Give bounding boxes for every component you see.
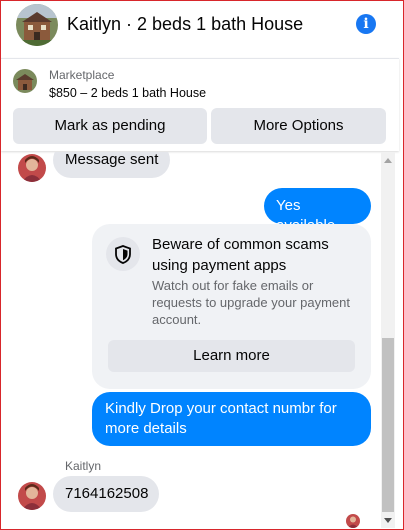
scroll-up-arrow-icon[interactable]: [384, 158, 392, 163]
message-text[interactable]: 7164162508: [65, 485, 148, 502]
marketplace-card: Marketplace $850 – 2 beds 1 bath House M…: [1, 58, 399, 151]
chat-header: Kaitlyn · 2 beds 1 bath House i: [1, 1, 403, 53]
listing-thumbnail[interactable]: [13, 69, 37, 93]
message-bubble-incoming: Message sent: [53, 152, 171, 178]
scroll-down-arrow-icon[interactable]: [384, 518, 392, 523]
message-bubble-outgoing: Kindly Drop your contact numbr for more …: [92, 392, 371, 446]
scrollbar-thumb[interactable]: [382, 338, 394, 512]
chat-title: Kaitlyn · 2 beds 1 bath House: [67, 14, 304, 34]
sender-avatar[interactable]: [18, 482, 46, 510]
learn-more-button[interactable]: Learn more: [108, 340, 355, 372]
scam-warning-title: Beware of common scams using payment app…: [152, 236, 329, 274]
scam-warning-body: Watch out for fake emails or requests to…: [152, 278, 351, 327]
scam-warning-card: Beware of common scams using payment app…: [92, 224, 371, 389]
mark-as-pending-button[interactable]: Mark as pending: [13, 108, 207, 144]
message-bubble-incoming: 7164162508: [53, 476, 159, 512]
info-icon[interactable]: i: [356, 14, 376, 34]
listing-description[interactable]: $850 – 2 beds 1 bath House: [49, 86, 206, 100]
message-bubble-outgoing: Yes available: [264, 188, 371, 234]
read-receipt-avatar: [346, 514, 360, 528]
sender-avatar[interactable]: [18, 154, 46, 182]
shield-icon: [106, 237, 140, 271]
message-text: Kindly Drop your contact numbr for more …: [105, 400, 337, 437]
scrollbar[interactable]: [381, 152, 395, 528]
sender-name: Kaitlyn: [65, 459, 102, 473]
marketplace-label: Marketplace: [49, 68, 115, 82]
more-options-button[interactable]: More Options: [211, 108, 386, 144]
listing-avatar[interactable]: [16, 4, 58, 46]
message-text: Message sent: [65, 152, 159, 168]
message-list: Message sent Yes available Beware of com…: [1, 152, 381, 528]
